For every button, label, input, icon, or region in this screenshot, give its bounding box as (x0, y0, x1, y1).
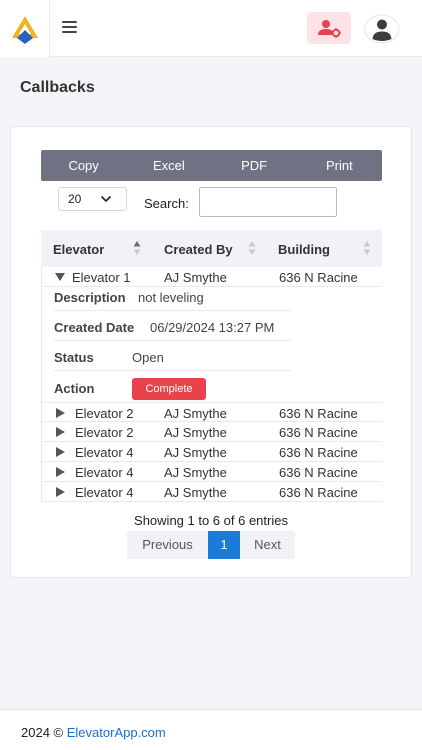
cell-created-by: AJ Smythe (164, 270, 227, 285)
next-page-button[interactable]: Next (240, 531, 295, 559)
copyright-year: 2024 © (21, 725, 64, 740)
callbacks-card: Copy Excel PDF Print 20 Search: Elevator… (10, 126, 412, 578)
expand-row-icon[interactable] (56, 427, 65, 437)
top-navbar (0, 0, 422, 57)
created-date-label: Created Date (54, 320, 135, 335)
table-row-expanded[interactable]: Elevator 1 AJ Smythe 636 N Racine (41, 267, 382, 287)
user-gear-icon (318, 20, 341, 38)
pdf-button[interactable]: PDF (212, 150, 297, 181)
complete-button[interactable]: Complete (132, 378, 206, 400)
column-header-created-by[interactable]: Created By (164, 242, 233, 257)
search-label: Search: (144, 196, 189, 211)
cell-building: 636 N Racine (279, 465, 358, 480)
detail-divider (54, 340, 291, 341)
brand-logo[interactable] (0, 0, 50, 57)
table-header: Elevator Created By Building (41, 230, 382, 267)
cell-elevator: Elevator 2 (75, 425, 134, 440)
elevator-app-logo-icon (12, 16, 38, 44)
table-row[interactable]: Elevator 4 AJ Smythe 636 N Racine (41, 482, 382, 502)
status-label: Status (54, 350, 94, 365)
hamburger-menu-icon[interactable] (62, 21, 77, 35)
cell-elevator: Elevator 4 (75, 485, 134, 500)
cell-created-by: AJ Smythe (164, 465, 227, 480)
cell-created-by: AJ Smythe (164, 425, 227, 440)
row-details: Description not leveling Created Date 06… (41, 287, 382, 402)
created-date-value: 06/29/2024 13:27 PM (150, 320, 275, 335)
chevron-down-icon (100, 195, 112, 203)
cell-created-by: AJ Smythe (164, 445, 227, 460)
cell-building: 636 N Racine (279, 425, 358, 440)
footer-link[interactable]: ElevatorApp.com (67, 725, 166, 740)
sort-asc-icon[interactable] (133, 240, 141, 256)
table-row[interactable]: Elevator 2 AJ Smythe 636 N Racine (41, 422, 382, 442)
pagination: Previous 1 Next (127, 531, 295, 559)
collapse-row-icon[interactable] (55, 273, 65, 281)
excel-button[interactable]: Excel (126, 150, 211, 181)
cell-elevator: Elevator 1 (72, 270, 131, 285)
expand-row-icon[interactable] (56, 408, 65, 418)
page-1-button[interactable]: 1 (208, 531, 240, 559)
table-row[interactable]: Elevator 4 AJ Smythe 636 N Racine (41, 442, 382, 462)
detail-divider (54, 310, 291, 311)
page-length-select[interactable]: 20 (58, 187, 127, 211)
description-label: Description (54, 290, 126, 305)
sort-icon[interactable] (363, 240, 371, 256)
export-toolbar: Copy Excel PDF Print (41, 150, 382, 181)
table-row[interactable]: Elevator 4 AJ Smythe 636 N Racine (41, 462, 382, 482)
page-title: Callbacks (20, 79, 95, 96)
expand-row-icon[interactable] (56, 487, 65, 497)
description-value: not leveling (138, 290, 204, 305)
expand-row-icon[interactable] (56, 447, 65, 457)
detail-divider (54, 370, 291, 371)
previous-page-button[interactable]: Previous (127, 531, 208, 559)
column-header-building[interactable]: Building (278, 242, 330, 257)
cell-elevator: Elevator 2 (75, 406, 134, 421)
copyright: 2024 © ElevatorApp.com (21, 725, 166, 740)
cell-elevator: Elevator 4 (75, 445, 134, 460)
user-avatar-button[interactable] (364, 14, 400, 44)
status-value: Open (132, 350, 164, 365)
cell-elevator: Elevator 4 (75, 465, 134, 480)
column-header-elevator[interactable]: Elevator (53, 242, 104, 257)
admin-settings-button[interactable] (307, 12, 351, 44)
cell-building: 636 N Racine (279, 485, 358, 500)
cell-building: 636 N Racine (279, 270, 358, 285)
expand-row-icon[interactable] (56, 467, 65, 477)
cell-created-by: AJ Smythe (164, 485, 227, 500)
table-row[interactable]: Elevator 2 AJ Smythe 636 N Racine (41, 402, 382, 422)
sort-icon[interactable] (248, 240, 256, 256)
cell-building: 636 N Racine (279, 406, 358, 421)
footer: 2024 © ElevatorApp.com (0, 709, 422, 750)
cell-created-by: AJ Smythe (164, 406, 227, 421)
action-label: Action (54, 381, 95, 396)
print-button[interactable]: Print (297, 150, 382, 181)
user-avatar-icon (364, 14, 400, 44)
copy-button[interactable]: Copy (41, 150, 126, 181)
cell-building: 636 N Racine (279, 445, 358, 460)
page-length-value: 20 (68, 192, 82, 206)
table-info: Showing 1 to 6 of 6 entries (134, 513, 288, 528)
search-input[interactable] (199, 187, 337, 217)
